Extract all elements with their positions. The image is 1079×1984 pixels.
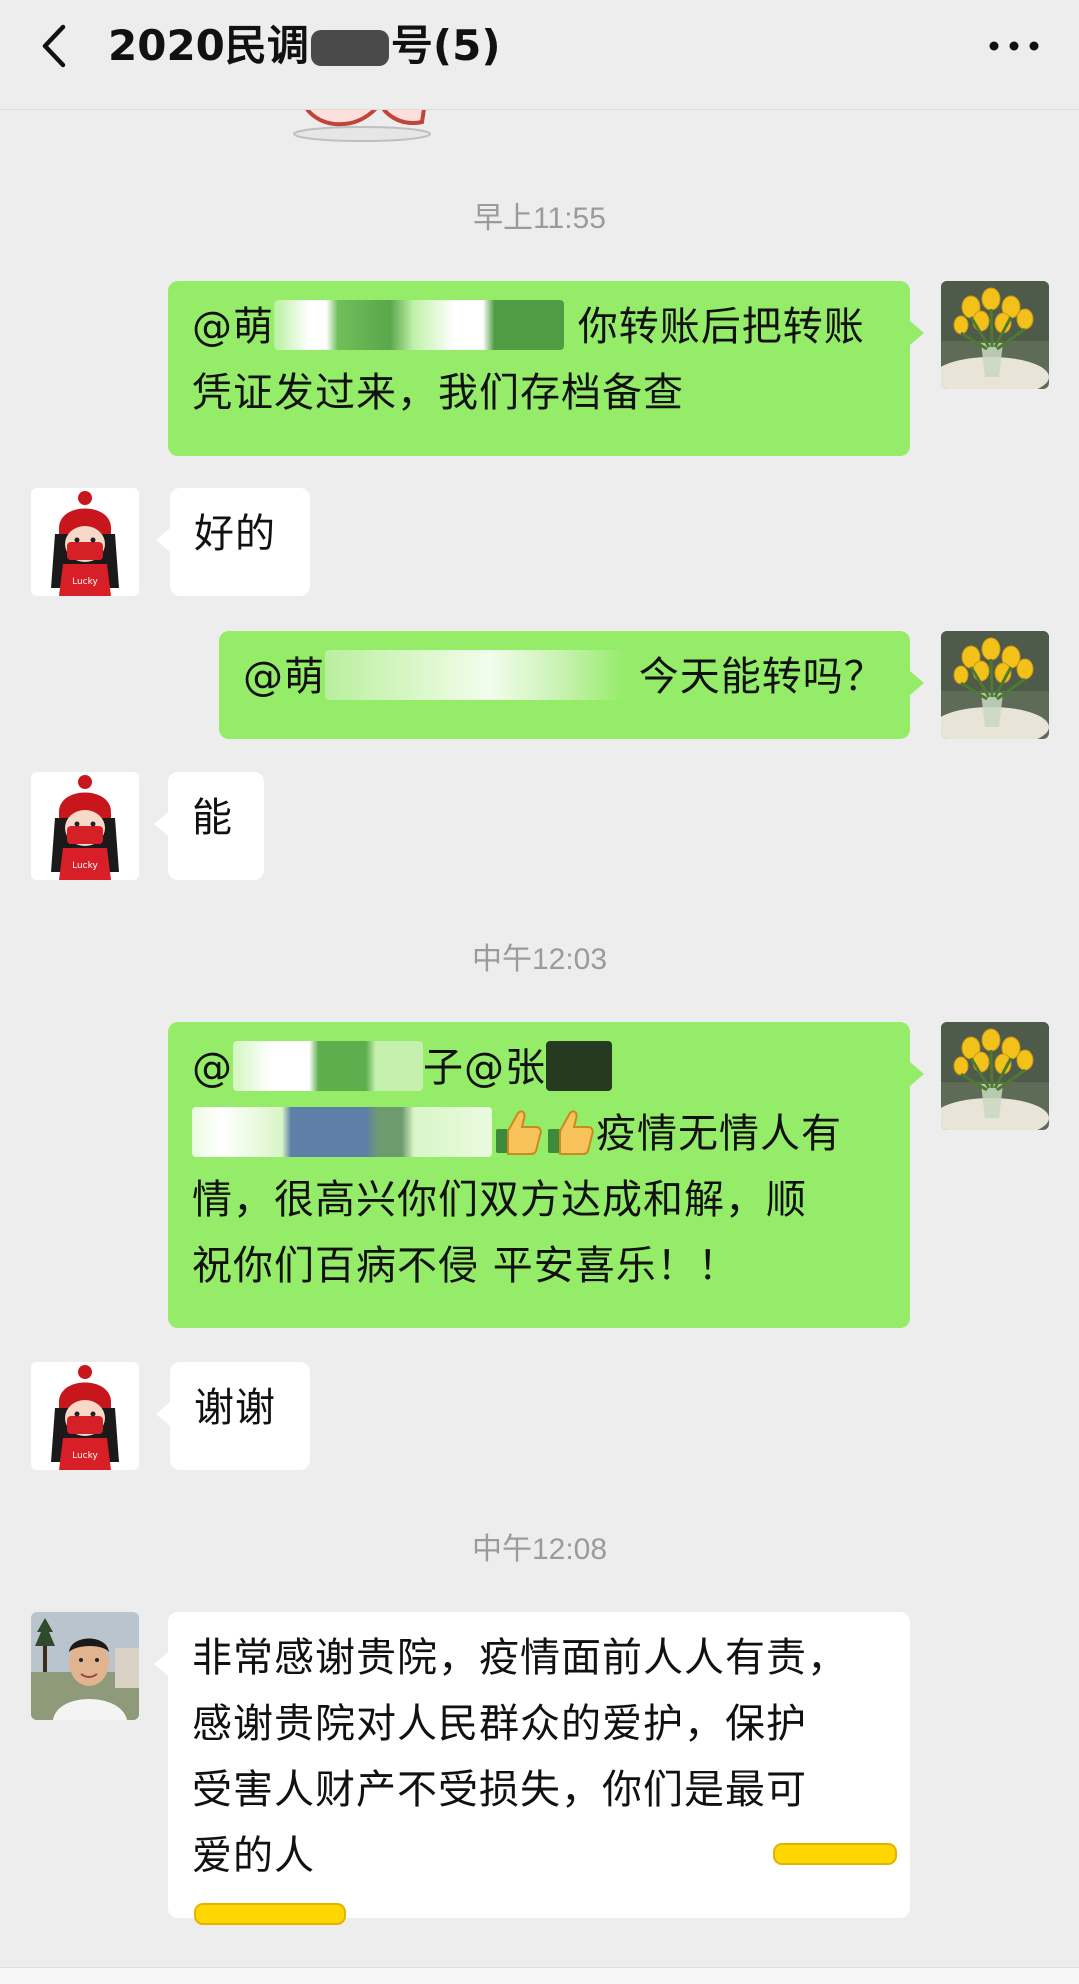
mention-text: @萌 [243,654,325,700]
message-bubble-incoming[interactable]: 能 [154,772,264,880]
mention-text: @萌 [192,304,274,350]
tulip-avatar-image [941,281,1049,389]
svg-text:Lucky: Lucky [72,1451,98,1461]
tulip-avatar-image [941,1022,1049,1130]
more-dots-icon [989,41,1039,51]
tulip-avatar[interactable] [941,631,1049,739]
message-text: 疫情无情人有 [596,1111,842,1157]
message-line: @萌 你转账后把转账 [192,294,886,360]
girl-avatar[interactable]: Lucky [31,488,139,596]
message-line: 祝你们百病不侵 平安喜乐！！ [192,1243,739,1289]
message-bubble-incoming[interactable]: 非常感谢贵院，疫情面前人人有责， 感谢贵院对人民群众的爱护，保护 受害人财产不受… [154,1612,910,1925]
tulip-avatar-image [941,631,1049,739]
message-line: 凭证发过来，我们存档备查 [192,370,684,416]
girl-avatar-image: Lucky [31,488,139,596]
girl-avatar[interactable]: Lucky [31,1362,139,1470]
man-avatar[interactable] [31,1612,139,1720]
tulip-avatar[interactable] [941,1022,1049,1130]
message-line: 受害人财产不受损失，你们是最可 [192,1767,807,1813]
redacted-phone [192,1107,492,1157]
message-text: 你转账后把转账 [577,304,865,350]
message-bubble-outgoing[interactable]: @萌 今天能转吗？ [219,631,924,739]
svg-text:Lucky: Lucky [72,577,98,587]
redacted-mask [310,30,389,66]
girl-avatar[interactable]: Lucky [31,772,139,880]
mention-text: @ [192,1045,233,1091]
bottom-divider [0,1967,1079,1984]
message-line: 疫情无情人有 [192,1101,886,1167]
thumbs-up-icon [548,1110,594,1155]
svg-text:Lucky: Lucky [72,861,98,871]
message-bubble-incoming[interactable]: 谢谢 [156,1362,310,1470]
timestamp: 中午12:08 [471,1533,608,1566]
redacted-name [274,300,564,350]
girl-avatar-image: Lucky [31,1362,139,1470]
highlight-mark [773,1843,897,1865]
chevron-left-icon [42,24,66,68]
more-options-button[interactable] [979,16,1049,76]
chat-title-suffix: 号(5) [390,21,501,70]
message-line: 非常感谢贵院，疫情面前人人有责， [192,1635,848,1681]
redacted-name [233,1041,423,1091]
highlight-mark [194,1903,346,1925]
timestamp: 中午12:03 [471,943,608,976]
redacted-name [325,650,625,700]
girl-avatar-image: Lucky [31,772,139,880]
man-avatar-image [31,1612,139,1720]
message-line: 感谢贵院对人民群众的爱护，保护 [192,1701,807,1747]
message-text: 今天能转吗？ [638,654,885,700]
message-bubble-outgoing[interactable]: @ 子@张 疫情无情人有 情，很高兴你们双方达成和解，顺 祝你们百病不侵 平安喜乐… [168,1022,924,1328]
message-bubble-outgoing[interactable]: @萌 你转账后把转账 凭证发过来，我们存档备查 [168,281,924,456]
thumbs-up-icon [496,1110,542,1155]
message-line: 情，很高兴你们双方达成和解，顺 [192,1177,807,1223]
message-bubble-incoming[interactable]: 好的 [156,488,310,596]
timestamp: 早上11:55 [473,202,606,235]
chat-header: 2020民调 号(5) [0,0,1079,110]
mention-text: 子@张 [423,1045,546,1091]
tulip-avatar[interactable] [941,281,1049,389]
back-button[interactable] [24,16,84,76]
message-line: @ 子@张 [192,1035,886,1101]
chat-title-prefix: 2020民调 [108,21,309,70]
redacted-name [546,1041,612,1091]
chat-title: 2020民调 号(5) [108,14,501,78]
